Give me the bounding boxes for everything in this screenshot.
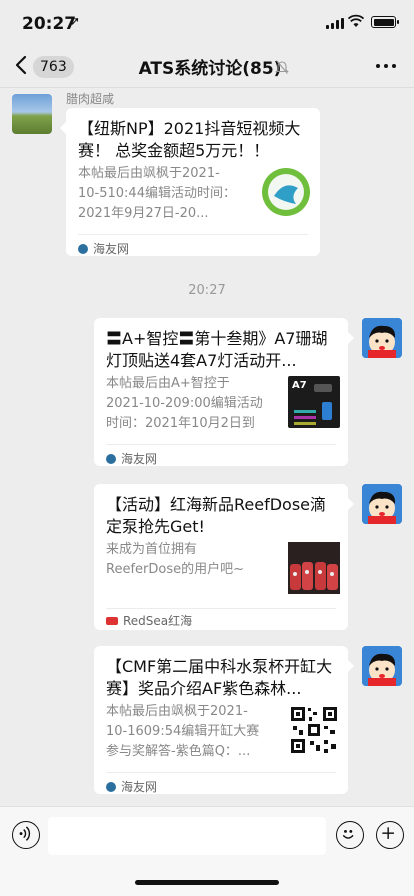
my-avatar[interactable] xyxy=(362,646,402,686)
redsea-logo-icon xyxy=(106,616,118,625)
card-source: 海友网 xyxy=(78,240,129,257)
message-input[interactable] xyxy=(48,817,326,855)
chat-timestamp: 20:27 xyxy=(188,283,226,298)
card-thumbnail: A7 xyxy=(288,376,340,428)
status-bar: 20:27 ➚ xyxy=(0,0,414,46)
bubble-tail xyxy=(60,122,66,134)
bubble-tail xyxy=(348,498,354,510)
chat-title-wrap: ATS系统讨论(85) xyxy=(120,54,300,79)
card-description: 本帖最后由飒枫于2021-10-510:44编辑活动时间：2021年9月27日-… xyxy=(78,166,236,221)
bell-slash-icon xyxy=(275,60,289,74)
card-divider xyxy=(106,608,336,609)
home-indicator xyxy=(135,880,279,885)
source-logo-icon xyxy=(106,453,116,464)
card-source-label: 海友网 xyxy=(93,242,130,256)
plus-icon[interactable] xyxy=(376,821,404,849)
chat-header: 763 ATS系统讨论(85) xyxy=(0,46,414,88)
card-thumbnail-logo xyxy=(262,168,310,216)
voice-icon[interactable] xyxy=(12,821,40,849)
qr-code-thumbnail xyxy=(288,704,340,756)
chat-title: ATS系统讨论(85) xyxy=(138,59,282,79)
link-card[interactable]: 【活动】红海新品ReefDose滴定泵抢先Get! 来成为首位拥有ReeferD… xyxy=(94,484,354,630)
card-source-label: RedSea红海 xyxy=(123,614,193,628)
bubble-tail xyxy=(348,660,354,672)
card-source-label: 海友网 xyxy=(121,780,158,794)
battery-icon xyxy=(371,16,399,28)
my-avatar[interactable] xyxy=(362,318,402,358)
source-logo-icon xyxy=(106,781,116,792)
my-avatar[interactable] xyxy=(362,484,402,524)
sender-avatar[interactable] xyxy=(12,94,52,134)
card-divider xyxy=(106,444,336,445)
card-title: 【纽斯NP】2021抖音短视频大赛！ 总奖金额超5万元！！ xyxy=(78,119,301,160)
source-logo-icon xyxy=(78,243,88,254)
card-source-label: 海友网 xyxy=(121,452,158,466)
link-card[interactable]: 【CMF第二届中科水泵杯开缸大赛】奖品介绍AF紫色森林... 本帖最后由飒枫于2… xyxy=(94,646,354,795)
card-title: 【CMF第二届中科水泵杯开缸大赛】奖品介绍AF紫色森林... xyxy=(106,657,333,698)
status-time: 20:27 xyxy=(22,14,77,34)
card-description: 来成为首位拥有ReeferDose的用户吧~ xyxy=(106,542,244,577)
card-divider xyxy=(78,234,308,235)
location-arrow-icon: ➚ xyxy=(70,14,81,28)
emoji-icon[interactable] xyxy=(336,821,364,849)
card-thumbnail xyxy=(288,542,340,594)
back-chevron-icon[interactable] xyxy=(12,54,32,76)
wifi-icon xyxy=(348,14,364,27)
card-source: 海友网 xyxy=(106,778,157,795)
card-source: 海友网 xyxy=(106,450,157,467)
card-title: 〓A+智控〓第十叁期》A7珊瑚灯顶贴送4套A7灯活动开... xyxy=(106,329,328,370)
link-card[interactable]: 〓A+智控〓第十叁期》A7珊瑚灯顶贴送4套A7灯活动开... 本帖最后由A+智控… xyxy=(94,318,354,467)
card-title: 【活动】红海新品ReefDose滴定泵抢先Get! xyxy=(106,495,327,536)
signal-icon xyxy=(326,18,344,29)
bubble-tail xyxy=(348,332,354,344)
unread-count-badge[interactable]: 763 xyxy=(33,56,74,78)
link-card[interactable]: 【纽斯NP】2021抖音短视频大赛！ 总奖金额超5万元！！ 本帖最后由飒枫于20… xyxy=(60,108,320,257)
card-divider xyxy=(106,772,336,773)
card-description: 本帖最后由A+智控于2021-10-209:00编辑活动时间：2021年10月2… xyxy=(106,376,263,431)
card-description: 本帖最后由飒枫于2021-10-1609:54编辑开缸大赛参与奖解答-紫色篇Q：… xyxy=(106,704,260,759)
more-options-icon[interactable] xyxy=(376,64,396,68)
card-source: RedSea红海 xyxy=(106,612,192,629)
sender-name: 腊肉超咸 xyxy=(66,92,115,106)
